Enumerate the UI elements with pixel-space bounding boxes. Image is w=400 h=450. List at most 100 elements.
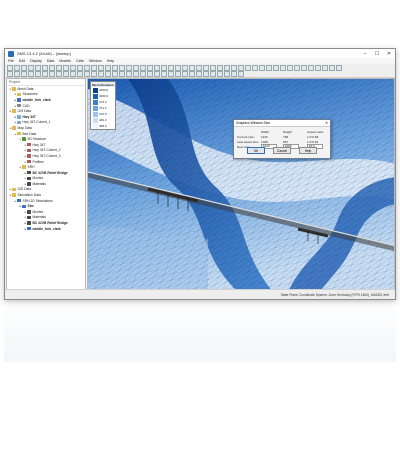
close-button[interactable]: ✕ bbox=[383, 49, 395, 58]
legend-swatch bbox=[92, 111, 98, 117]
legend-label: 4000.0 bbox=[99, 94, 109, 98]
coverage-icon bbox=[27, 154, 31, 158]
toolbar-tool-icon[interactable] bbox=[203, 71, 209, 77]
toolbar-tool-icon[interactable] bbox=[210, 71, 216, 77]
maximize-button[interactable]: ☐ bbox=[371, 49, 383, 58]
toolbar-tool-icon[interactable] bbox=[252, 65, 258, 71]
toolbar-tool-icon[interactable] bbox=[147, 71, 153, 77]
tree-item-label: Monitor bbox=[32, 176, 44, 181]
toolbar-tool-icon[interactable] bbox=[49, 71, 55, 77]
monitor-icon bbox=[27, 210, 31, 214]
toolbar-tool-icon[interactable] bbox=[329, 65, 335, 71]
window-reflection bbox=[4, 302, 396, 362]
toolbar-tool-icon[interactable] bbox=[189, 71, 195, 77]
menu-models[interactable]: Models bbox=[59, 59, 71, 63]
toolbar-tool-icon[interactable] bbox=[238, 71, 244, 77]
toolbar-tool-icon[interactable] bbox=[196, 71, 202, 77]
toolbar-tool-icon[interactable] bbox=[56, 71, 62, 77]
toolbar-tool-icon[interactable] bbox=[175, 71, 181, 77]
toolbar-tool-icon[interactable] bbox=[7, 71, 13, 77]
tree-item-label: Simulation Data bbox=[17, 193, 41, 198]
toolbar-tool-icon[interactable] bbox=[77, 71, 83, 77]
minimize-button[interactable]: – bbox=[359, 49, 371, 58]
toolbar-tool-icon[interactable] bbox=[315, 65, 321, 71]
legend-swatch bbox=[92, 87, 98, 93]
toolbar-tool-icon[interactable] bbox=[28, 71, 34, 77]
toolbar-tool-icon[interactable] bbox=[35, 71, 41, 77]
toolbar-tool-icon[interactable] bbox=[161, 71, 167, 77]
toolbar-tool-icon[interactable] bbox=[154, 71, 160, 77]
toolbar-tool-icon[interactable] bbox=[70, 71, 76, 77]
tree-item-label: Hwy 34T bbox=[32, 142, 46, 147]
toolbar-tool-icon[interactable] bbox=[84, 71, 90, 77]
toolbar-row-2 bbox=[7, 71, 244, 77]
toolbar-tool-icon[interactable] bbox=[224, 71, 230, 77]
toolbar bbox=[5, 64, 395, 78]
tree-item[interactable]: ▸ middle_fork_clark bbox=[7, 226, 85, 232]
coverage-icon bbox=[27, 148, 31, 153]
toolbar-tool-icon[interactable] bbox=[14, 71, 20, 77]
dialog-close-icon[interactable]: ✕ bbox=[325, 121, 328, 125]
toolbar-tool-icon[interactable] bbox=[336, 65, 342, 71]
toolbar-tool-icon[interactable] bbox=[266, 65, 272, 71]
dialog-size-grid: Width Height Aspect ratio Current size: … bbox=[237, 129, 327, 150]
legend-label: 469.3 bbox=[99, 118, 107, 122]
dialog-title-bar: Graphics Window Size ✕ bbox=[234, 120, 330, 127]
app-logo-icon bbox=[8, 50, 14, 57]
toolbar-tool-icon[interactable] bbox=[301, 65, 307, 71]
menu-data[interactable]: Data bbox=[47, 59, 55, 63]
menu-help[interactable]: Help bbox=[107, 59, 114, 63]
toolbar-tool-icon[interactable] bbox=[133, 71, 139, 77]
tree-item-label: Map Data bbox=[17, 125, 32, 130]
toolbar-tool-icon[interactable] bbox=[217, 71, 223, 77]
graphics-window-size-dialog: Graphics Window Size ✕ Width Height Aspe… bbox=[233, 119, 331, 159]
toolbar-tool-icon[interactable] bbox=[287, 65, 293, 71]
current-size-label: Current size: bbox=[237, 134, 255, 139]
toolbar-tool-icon[interactable] bbox=[280, 65, 286, 71]
legend-label: 4000.0 bbox=[99, 88, 109, 92]
toolbar-tool-icon[interactable] bbox=[91, 71, 97, 77]
menu-window[interactable]: Window bbox=[89, 59, 102, 63]
toolbar-tool-icon[interactable] bbox=[308, 65, 314, 71]
toolbar-tool-icon[interactable] bbox=[273, 65, 279, 71]
layer-icon bbox=[17, 115, 21, 119]
toolbar-tool-icon[interactable] bbox=[140, 71, 146, 77]
toolbar-tool-icon[interactable] bbox=[105, 71, 111, 77]
tree-item-label: middle_fork_clark bbox=[22, 97, 51, 102]
tree-item-label: Profiles bbox=[32, 159, 44, 164]
mesh-view[interactable] bbox=[88, 79, 395, 291]
toolbar-tool-icon[interactable] bbox=[245, 65, 251, 71]
toolbar-tool-icon[interactable] bbox=[294, 65, 300, 71]
toolbar-tool-icon[interactable] bbox=[168, 71, 174, 77]
materials-icon bbox=[27, 215, 31, 220]
dialog-header-aspect: Aspect ratio bbox=[307, 129, 324, 134]
folder-icon bbox=[12, 126, 16, 130]
menu-cells[interactable]: Cells bbox=[76, 59, 84, 63]
legend-swatch bbox=[92, 99, 98, 105]
toolbar-tool-icon[interactable] bbox=[322, 65, 328, 71]
sim-icon bbox=[22, 204, 26, 209]
toolbar-tool-icon[interactable] bbox=[231, 71, 237, 77]
toolbar-tool-icon[interactable] bbox=[63, 71, 69, 77]
menu-edit[interactable]: Edit bbox=[19, 59, 25, 63]
toolbar-tool-icon[interactable] bbox=[119, 71, 125, 77]
toolbar-tool-icon[interactable] bbox=[21, 71, 27, 77]
mesh-icon bbox=[27, 226, 31, 231]
toolbar-tool-icon[interactable] bbox=[98, 71, 104, 77]
help-button[interactable]: Help bbox=[299, 147, 317, 154]
toolbar-tool-icon[interactable] bbox=[182, 71, 188, 77]
graphics-window[interactable]: Mesh Elevation 4000.0 4000.0 473.0 471.2 470… bbox=[87, 78, 395, 291]
monitor-icon bbox=[27, 176, 31, 181]
menu-file[interactable]: File bbox=[8, 59, 14, 63]
sim-icon bbox=[17, 198, 21, 203]
toolbar-tool-icon[interactable] bbox=[42, 71, 48, 77]
materials-icon bbox=[27, 182, 31, 186]
toolbar-tool-icon[interactable] bbox=[126, 71, 132, 77]
toolbar-tool-icon[interactable] bbox=[112, 71, 118, 77]
ok-button[interactable]: OK bbox=[247, 147, 265, 154]
tree-item-label: middle_fork_clark bbox=[32, 226, 61, 231]
cancel-button[interactable]: Cancel bbox=[273, 147, 291, 154]
toolbar-tool-icon[interactable] bbox=[259, 65, 265, 71]
menu-display[interactable]: Display bbox=[30, 59, 42, 63]
tree-item-label: Materials bbox=[32, 181, 46, 186]
